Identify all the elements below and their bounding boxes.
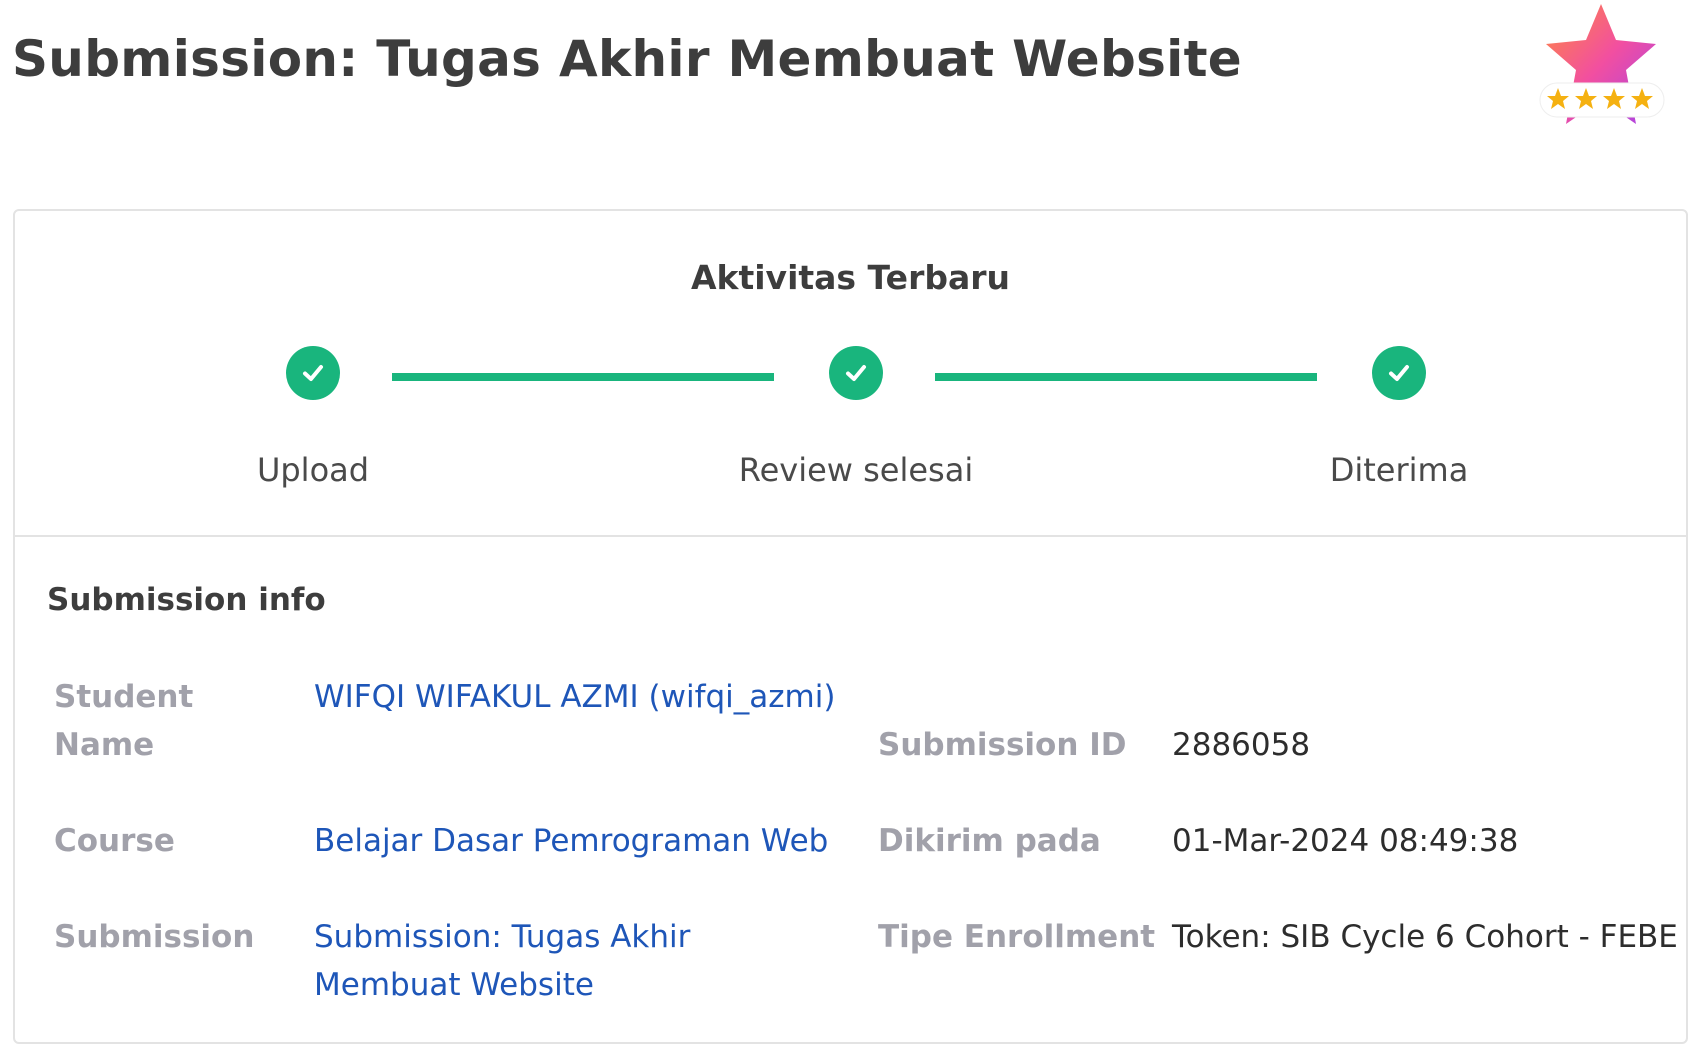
- submission-id-value: 2886058: [1172, 727, 1311, 763]
- step-accepted-check-icon: [1372, 346, 1426, 400]
- step-connector-2: [935, 373, 1317, 381]
- step-label-accepted: Diterima: [1329, 451, 1469, 489]
- submission-info-title: Submission info: [47, 582, 326, 618]
- submission-id-label: Submission ID: [878, 727, 1127, 763]
- step-connector-1: [392, 373, 774, 381]
- student-name-label: Student Name: [54, 679, 194, 763]
- star-rating-badge-icon: [1528, 0, 1674, 140]
- submission-card: Aktivitas Terbaru Upload Review selesai …: [13, 209, 1688, 1044]
- step-upload-check-icon: [286, 346, 340, 400]
- activity-section: Aktivitas Terbaru Upload Review selesai …: [15, 211, 1686, 537]
- sent-at-label: Dikirim pada: [878, 823, 1101, 859]
- submission-link[interactable]: Submission: Tugas Akhir Membuat Website: [314, 913, 690, 1009]
- student-name-link[interactable]: WIFQI WIFAKUL AZMI (wifqi_azmi): [314, 673, 835, 721]
- step-label-review: Review selesai: [738, 451, 974, 489]
- sent-at-value: 01-Mar-2024 08:49:38: [1172, 823, 1519, 859]
- course-link[interactable]: Belajar Dasar Pemrograman Web: [314, 817, 828, 865]
- enrollment-type-label: Tipe Enrollment: [878, 919, 1156, 955]
- step-review-check-icon: [829, 346, 883, 400]
- course-label: Course: [54, 823, 175, 859]
- enrollment-type-value: Token: SIB Cycle 6 Cohort - FEBE: [1172, 919, 1678, 955]
- step-label-upload: Upload: [256, 451, 370, 489]
- activity-title: Aktivitas Terbaru: [690, 258, 1010, 297]
- submission-label: Submission: [54, 919, 255, 955]
- page-title: Submission: Tugas Akhir Membuat Website: [12, 30, 1242, 88]
